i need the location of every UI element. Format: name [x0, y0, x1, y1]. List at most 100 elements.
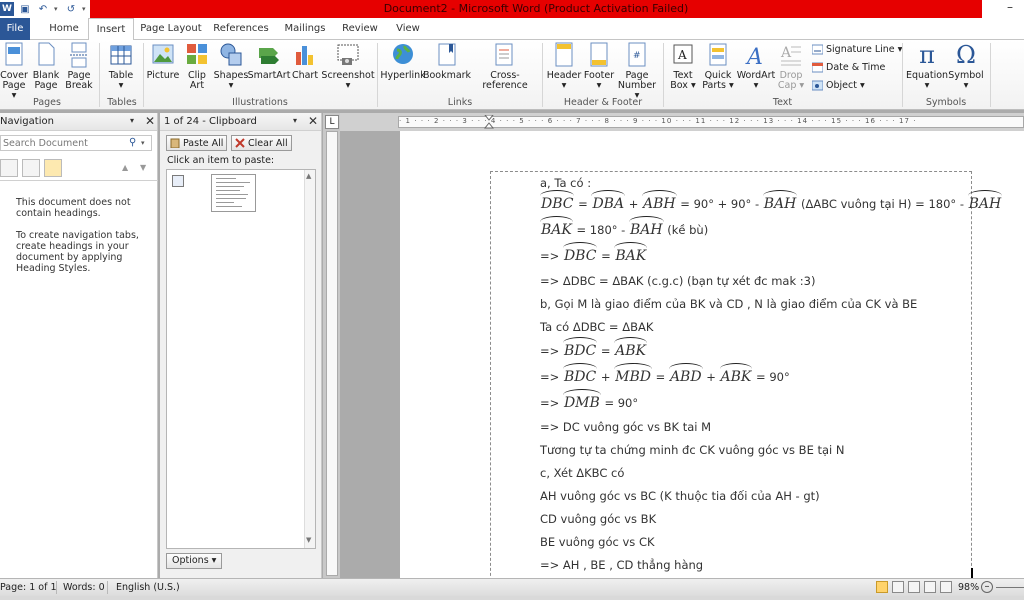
paste-all-button[interactable]: Paste All — [166, 135, 228, 151]
draft-view-button[interactable] — [940, 581, 952, 593]
picture-button[interactable]: Picture — [147, 42, 179, 81]
browse-pages-tab[interactable] — [22, 159, 40, 177]
customize-icon[interactable]: ▾ — [82, 5, 88, 13]
header-icon — [552, 42, 576, 68]
tab-page-layout[interactable]: Page Layout — [140, 18, 202, 40]
quick-access-toolbar: W ▣ ↶ ▾ ↺ ▾ — [0, 1, 88, 17]
text-box[interactable]: a, Ta có : DBC = DBA + ABH = 90° + 90° -… — [490, 171, 1003, 578]
tab-selector-button[interactable]: L — [325, 115, 339, 129]
undo-dropdown-icon[interactable]: ▾ — [54, 5, 60, 13]
page-break-button[interactable]: Page Break — [64, 42, 94, 91]
language[interactable]: English (U.S.) — [116, 582, 180, 593]
undo-icon[interactable]: ↶ — [36, 2, 50, 16]
tab-home[interactable]: Home — [44, 18, 84, 40]
document-page[interactable]: a, Ta có : DBC = DBA + ABH = 90° + 90° -… — [400, 131, 1024, 578]
angle-abh: ABH — [642, 190, 677, 212]
vertical-ruler[interactable] — [323, 113, 340, 578]
print-layout-view-button[interactable] — [876, 581, 888, 593]
doc-line-6: b, Gọi M là giao điểm của BK và CD , N l… — [540, 297, 918, 311]
navigation-pane-header: Navigation ▾ ✕ — [0, 113, 157, 131]
symbol-button[interactable]: Ω Symbol ▾ — [948, 42, 984, 91]
clipboard-item[interactable] — [211, 174, 256, 212]
scroll-down-icon[interactable]: ▼ — [306, 536, 311, 544]
close-icon[interactable]: ✕ — [145, 114, 155, 128]
table-button[interactable]: Table ▾ — [104, 42, 138, 91]
doc-line-17: => AH , BE , CD thẳng hàng — [540, 558, 704, 572]
clipboard-hint: Click an item to paste: — [167, 155, 275, 166]
zoom-out-button[interactable]: – — [981, 581, 993, 593]
scroll-up-icon[interactable]: ▲ — [306, 172, 311, 180]
search-dropdown-icon[interactable]: ▾ — [141, 139, 145, 147]
tab-mailings[interactable]: Mailings — [280, 18, 330, 40]
hyperlink-button[interactable]: Hyperlink — [380, 42, 426, 81]
indent-marker-icon[interactable] — [484, 115, 494, 129]
save-icon[interactable]: ▣ — [18, 2, 32, 16]
shapes-button[interactable]: Shapes ▾ — [214, 42, 248, 91]
blank-page-button[interactable]: Blank Page — [32, 42, 60, 91]
pane-options-icon[interactable]: ▾ — [130, 116, 134, 125]
vertical-ruler-strip — [326, 131, 338, 576]
svg-text:A: A — [780, 45, 792, 61]
status-separator — [56, 581, 57, 594]
footer-button[interactable]: Footer ▾ — [582, 42, 616, 91]
tab-references[interactable]: References — [212, 18, 270, 40]
cover-page-button[interactable]: Cover Page ▾ — [0, 42, 28, 101]
screenshot-button[interactable]: Screenshot ▾ — [321, 42, 375, 91]
ribbon-separator — [377, 43, 378, 107]
word-count[interactable]: Words: 0 — [63, 582, 105, 593]
bookmark-button[interactable]: Bookmark — [423, 42, 471, 81]
word-logo-icon[interactable]: W — [0, 2, 14, 16]
tab-review[interactable]: Review — [340, 18, 380, 40]
create-headings-text: To create navigation tabs, create headin… — [16, 230, 139, 274]
tab-insert[interactable]: Insert — [88, 18, 134, 41]
browse-headings-tab[interactable] — [0, 159, 18, 177]
drop-cap-button[interactable]: A Drop Cap ▾ — [776, 42, 806, 91]
clip-art-button[interactable]: Clip Art — [183, 42, 211, 91]
navigation-tabs: ▲ ▼ — [0, 157, 158, 181]
angle-bah: BAH — [762, 190, 798, 212]
minimize-button[interactable]: – — [1003, 1, 1017, 15]
date-time-button[interactable]: Date & Time — [812, 62, 885, 73]
redo-icon[interactable]: ↺ — [64, 2, 78, 16]
clear-all-button[interactable]: Clear All — [231, 135, 292, 151]
page-count[interactable]: Page: 1 of 1 — [0, 582, 57, 593]
full-screen-view-button[interactable] — [892, 581, 904, 593]
header-button[interactable]: Header ▾ — [546, 42, 582, 91]
zoom-slider[interactable] — [996, 587, 1024, 588]
tab-view[interactable]: View — [392, 18, 424, 40]
quick-parts-icon — [706, 42, 730, 68]
blank-page-icon — [34, 42, 58, 68]
svg-text:A: A — [745, 45, 763, 68]
previous-result-icon[interactable]: ▲ — [122, 163, 128, 172]
pane-options-icon[interactable]: ▾ — [293, 116, 297, 125]
equation-button[interactable]: π Equation ▾ — [906, 42, 948, 91]
object-button[interactable]: Object ▾ — [812, 80, 865, 91]
page-number-button[interactable]: # Page Number ▾ — [617, 42, 657, 101]
search-icon[interactable]: ⚲ — [129, 137, 136, 148]
doc-line-1: a, Ta có : — [540, 176, 592, 190]
angle-mbd: MBD — [614, 363, 652, 385]
group-label-pages: Pages — [33, 97, 61, 108]
cross-reference-button[interactable]: Cross-reference — [470, 42, 540, 91]
web-layout-view-button[interactable] — [908, 581, 920, 593]
text-box-icon: A — [671, 42, 695, 68]
wordart-button[interactable]: A WordArt ▾ — [736, 42, 776, 91]
options-button[interactable]: Options ▾ — [166, 553, 223, 569]
close-icon[interactable]: ✕ — [308, 114, 318, 128]
smartart-button[interactable]: SmartArt — [248, 42, 290, 81]
chart-button[interactable]: Chart — [291, 42, 319, 81]
angle-abk: ABK — [614, 337, 647, 359]
text-box-button[interactable]: A Text Box ▾ — [667, 42, 699, 91]
zoom-level[interactable]: 98% — [958, 582, 979, 593]
outline-view-button[interactable] — [924, 581, 936, 593]
next-result-icon[interactable]: ▼ — [140, 163, 146, 172]
shapes-icon — [219, 42, 243, 68]
browse-results-tab[interactable] — [44, 159, 62, 177]
angle-bah: BAH — [967, 190, 1003, 212]
horizontal-ruler[interactable]: · 1 · · · 2 · · · 3 · · · 4 · · · 5 · · … — [340, 113, 1024, 131]
signature-line-button[interactable]: Signature Line ▾ — [812, 44, 902, 55]
tab-file[interactable]: File — [0, 18, 30, 40]
quick-parts-button[interactable]: Quick Parts ▾ — [702, 42, 734, 91]
clipboard-scrollbar[interactable]: ▲ ▼ — [304, 170, 315, 548]
title-bar: Document2 - Microsoft Word (Product Acti… — [0, 0, 1024, 18]
